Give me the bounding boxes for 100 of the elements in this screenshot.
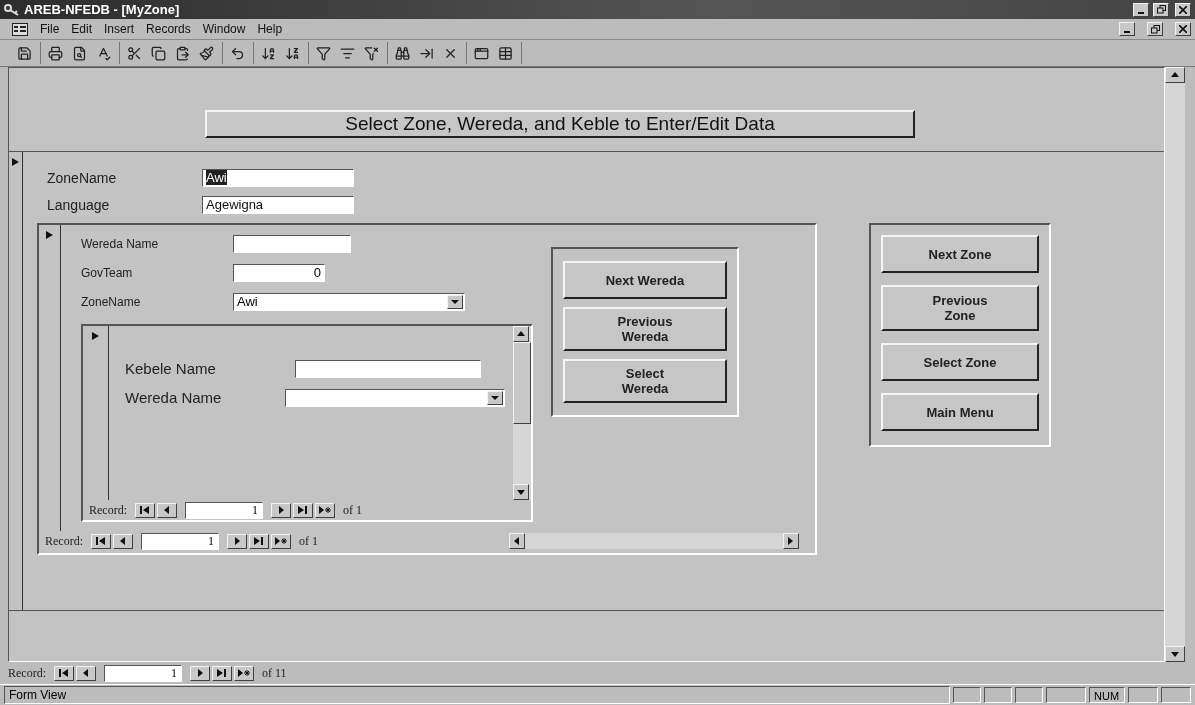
menu-item[interactable]: Edit <box>71 22 93 36</box>
last-record-icon <box>217 669 227 677</box>
horizontal-scrollbar[interactable] <box>509 533 799 549</box>
field-label: Kebele Name <box>125 360 217 377</box>
vertical-scrollbar[interactable] <box>1165 67 1185 662</box>
minimize-icon <box>1124 31 1130 33</box>
field-label: Wereda Name <box>125 389 223 406</box>
field-label: Language <box>47 196 111 213</box>
record-count: of 1 <box>343 502 362 518</box>
command-button[interactable]: Next Wereda <box>563 261 727 299</box>
command-button[interactable]: Previous Wereda <box>563 307 727 351</box>
next-record-icon <box>278 506 284 514</box>
new-record-button[interactable] <box>234 665 254 681</box>
previous-record-button[interactable] <box>76 665 96 681</box>
menu-item[interactable]: Records <box>146 22 191 36</box>
save-icon <box>16 45 32 61</box>
next-record-button[interactable] <box>190 665 210 681</box>
minimize-button[interactable] <box>1133 2 1149 17</box>
previous-record-icon <box>164 506 170 514</box>
form-title-button[interactable]: Select Zone, Wereda, and Keble to Enter/Edit Data <box>205 110 915 138</box>
last-record-icon <box>254 537 264 545</box>
form-icon[interactable] <box>12 22 28 36</box>
new-record-icon <box>238 669 250 677</box>
menu-item[interactable]: Insert <box>104 22 135 36</box>
up-arrow-icon <box>517 330 525 338</box>
previous-record-icon <box>120 537 126 545</box>
right-arrow-icon <box>787 537 795 545</box>
first-record-icon <box>59 669 69 677</box>
minimize-button[interactable] <box>1119 22 1135 36</box>
command-button[interactable]: Next Zone <box>881 235 1039 273</box>
vertical-scrollbar[interactable] <box>513 326 531 500</box>
first-record-icon <box>140 506 150 514</box>
next-record-button[interactable] <box>227 533 247 549</box>
last-record-icon <box>298 506 308 514</box>
next-record-icon <box>197 669 203 677</box>
close-button[interactable] <box>1175 2 1191 17</box>
text-field[interactable]: Agewigna <box>202 195 354 214</box>
window-icon <box>473 45 489 61</box>
new-record-button[interactable] <box>315 502 335 518</box>
paintbrush-icon <box>198 45 214 61</box>
status-pane <box>1161 687 1191 703</box>
undo-icon <box>229 45 245 61</box>
minimize-icon <box>1138 11 1144 14</box>
record-number-field[interactable]: 1 <box>104 664 182 682</box>
close-button[interactable] <box>1175 22 1191 36</box>
first-record-button[interactable] <box>91 533 111 549</box>
command-button[interactable]: Main Menu <box>881 393 1039 431</box>
new-record-button[interactable] <box>271 533 291 549</box>
previous-record-button[interactable] <box>157 502 177 518</box>
status-pane <box>1015 687 1043 703</box>
combo-box[interactable] <box>285 388 505 407</box>
record-selector-icon <box>92 332 99 340</box>
last-record-button[interactable] <box>293 502 313 518</box>
status-pane <box>1046 687 1086 703</box>
command-button[interactable]: Previous Zone <box>881 285 1039 331</box>
record-number-field[interactable]: 1 <box>185 501 263 519</box>
combo-box[interactable]: Awi <box>233 292 465 311</box>
paste-icon <box>174 45 190 61</box>
restore-button[interactable] <box>1147 22 1163 36</box>
text-field[interactable]: Awi <box>202 168 354 187</box>
record-selector-icon <box>46 231 53 239</box>
next-record-button[interactable] <box>271 502 291 518</box>
menu-item[interactable]: Window <box>202 22 246 36</box>
up-arrow-icon <box>1171 71 1179 79</box>
previous-record-icon <box>83 669 89 677</box>
record-count: of 11 <box>262 665 287 681</box>
first-record-icon <box>96 537 106 545</box>
menu-item[interactable]: File <box>40 22 60 36</box>
number-field[interactable]: 0 <box>233 263 325 282</box>
restore-button[interactable] <box>1153 2 1169 17</box>
last-record-button[interactable] <box>249 533 269 549</box>
command-button[interactable]: Select Zone <box>881 343 1039 381</box>
sort-ascending-icon <box>260 45 276 61</box>
menu-item[interactable]: Help <box>257 22 283 36</box>
last-record-button[interactable] <box>212 665 232 681</box>
close-icon <box>1179 5 1187 14</box>
field-label: ZoneName <box>47 169 118 186</box>
list-filter-icon <box>339 45 355 61</box>
previous-record-button[interactable] <box>113 533 133 549</box>
field-label: ZoneName <box>81 294 142 309</box>
status-pane <box>1128 687 1158 703</box>
status-pane <box>953 687 981 703</box>
key-icon <box>4 3 20 16</box>
window-title: AREB-NFEDB - [MyZone] <box>24 2 181 17</box>
new-record-icon <box>319 506 331 514</box>
close-icon <box>1179 25 1187 33</box>
first-record-button[interactable] <box>54 665 74 681</box>
command-button[interactable]: Select Wereda <box>563 359 727 403</box>
print-preview-icon <box>71 45 87 61</box>
sort-descending-icon <box>284 45 300 61</box>
left-arrow-icon <box>513 537 521 545</box>
record-number-field[interactable]: 1 <box>141 532 219 550</box>
text-field[interactable] <box>295 359 481 378</box>
field-label: GovTeam <box>81 265 134 280</box>
filter-icon <box>315 45 331 61</box>
first-record-button[interactable] <box>135 502 155 518</box>
table-icon <box>497 45 513 61</box>
text-field[interactable] <box>233 234 351 253</box>
cut-icon <box>126 45 142 61</box>
record-label: Record: <box>8 665 46 681</box>
